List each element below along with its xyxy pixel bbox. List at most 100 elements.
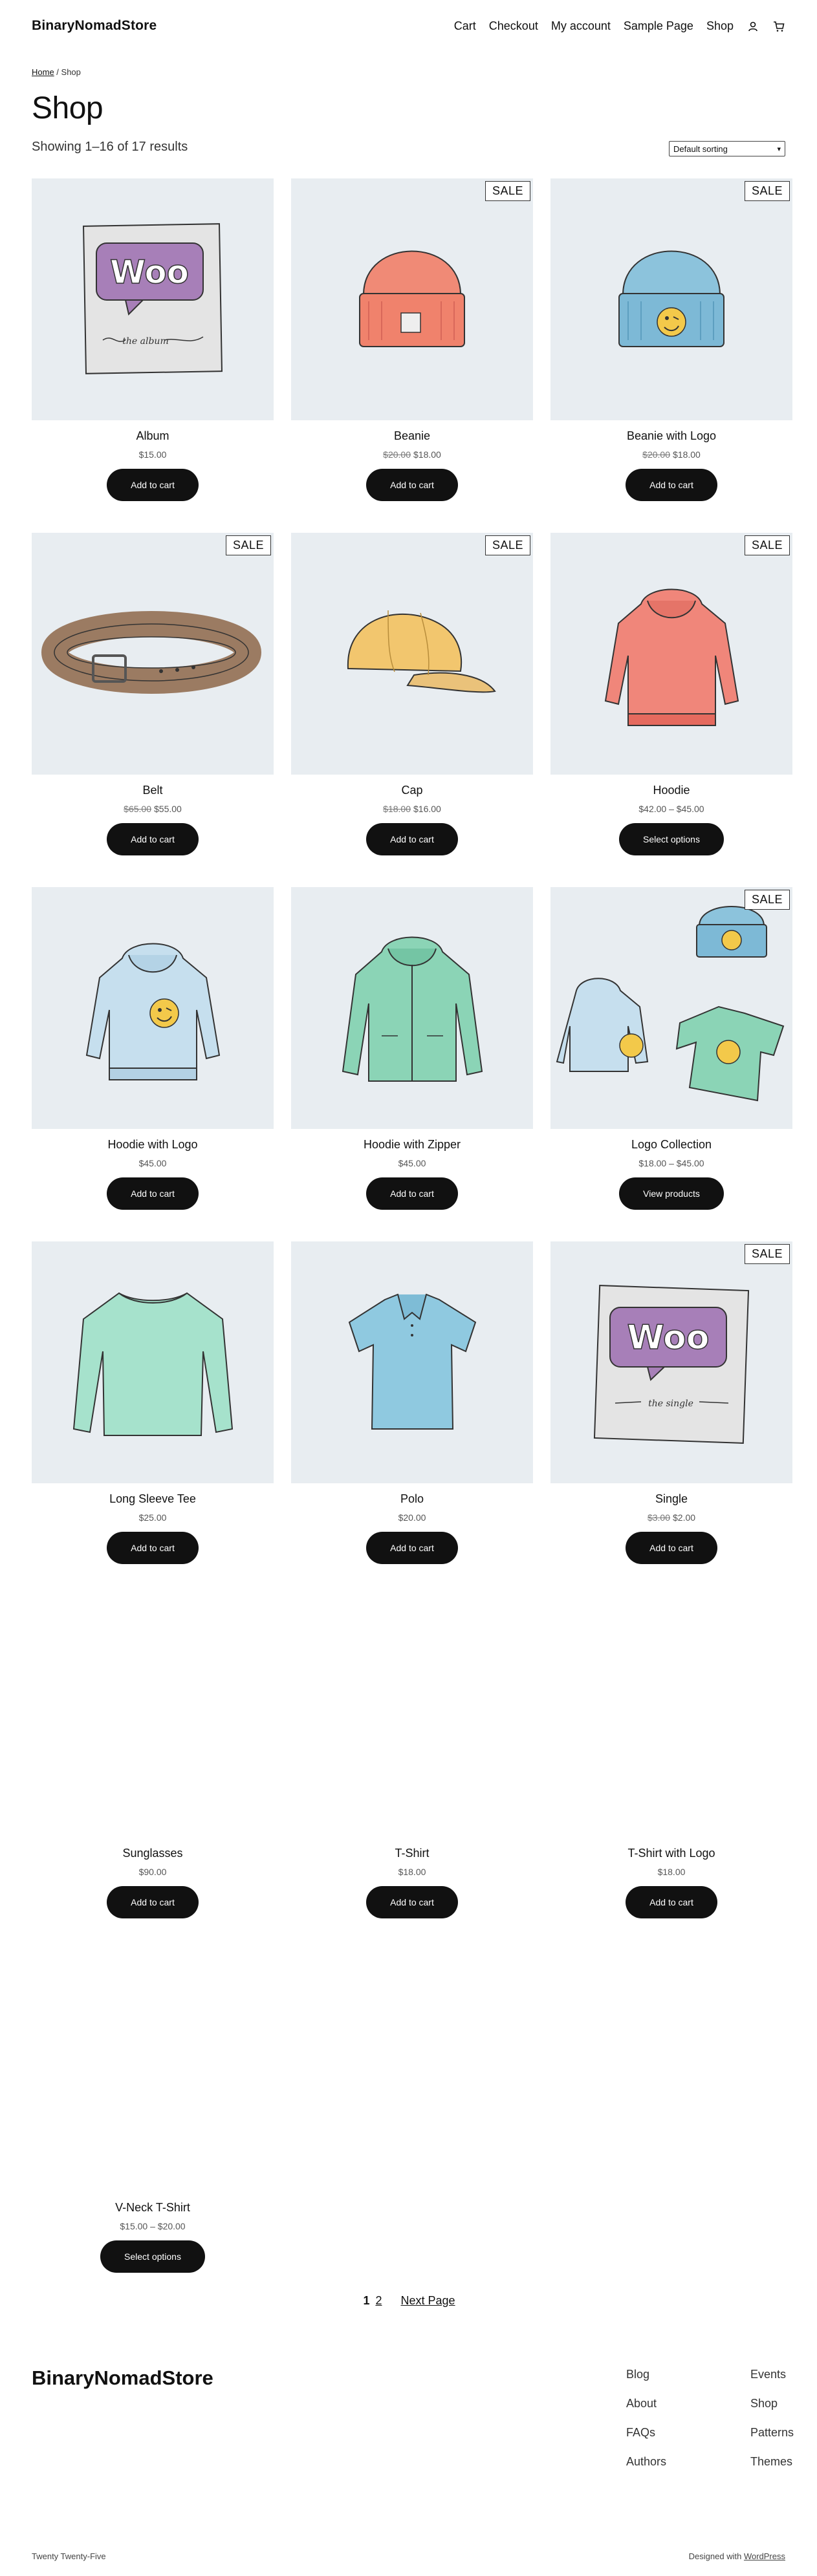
product-image[interactable]: Woo the single SALE [550, 1241, 792, 1483]
product-name[interactable]: Hoodie [550, 784, 792, 797]
footer-link-blog[interactable]: Blog [626, 2367, 666, 2396]
product-card: Polo $20.00 Add to cart [291, 1241, 533, 1564]
product-illustration [85, 943, 221, 1080]
footer-link-themes[interactable]: Themes [750, 2454, 794, 2483]
svg-text:Woo: Woo [627, 1318, 710, 1357]
product-price: $15.00 – $20.00 [32, 2221, 274, 2231]
product-image[interactable]: SALE [291, 533, 533, 775]
cart-icon[interactable] [772, 20, 785, 33]
product-card: SALE Hoodie $42.00 – $45.00 Select options [550, 533, 792, 855]
product-card: Woo the album Album $15.00 Add to cart [32, 178, 274, 501]
product-name[interactable]: Hoodie with Logo [32, 1138, 274, 1152]
footer-wordpress-link[interactable]: WordPress [744, 2551, 785, 2561]
product-name[interactable]: Beanie with Logo [550, 429, 792, 443]
view-products-button[interactable]: View products [619, 1177, 724, 1210]
next-page-link[interactable]: Next Page [401, 2294, 455, 2307]
product-image[interactable] [291, 1241, 533, 1483]
nav-sample-page[interactable]: Sample Page [624, 19, 693, 33]
add-to-cart-button[interactable]: Add to cart [626, 1886, 717, 1918]
product-card: Long Sleeve Tee $25.00 Add to cart [32, 1241, 274, 1564]
product-image[interactable]: SALE [550, 887, 792, 1129]
breadcrumb-home[interactable]: Home [32, 67, 54, 77]
footer-link-about[interactable]: About [626, 2396, 666, 2425]
product-image[interactable] [291, 887, 533, 1129]
add-to-cart-button[interactable]: Add to cart [366, 469, 458, 501]
original-price: $18.00 [383, 804, 411, 814]
select-options-button[interactable]: Select options [100, 2240, 205, 2273]
product-image[interactable] [32, 1241, 274, 1483]
product-image[interactable]: SALE [291, 178, 533, 420]
sale-badge: SALE [485, 535, 530, 555]
footer-link-authors[interactable]: Authors [626, 2454, 666, 2483]
product-name[interactable]: Long Sleeve Tee [32, 1492, 274, 1506]
product-name[interactable]: Album [32, 429, 274, 443]
product-illustration [347, 610, 496, 693]
product-image[interactable]: SALE [32, 533, 274, 775]
select-options-button[interactable]: Select options [619, 823, 724, 855]
nav-my-account[interactable]: My account [551, 19, 611, 33]
add-to-cart-button[interactable]: Add to cart [366, 823, 458, 855]
add-to-cart-button[interactable]: Add to cart [107, 1532, 199, 1564]
product-image[interactable] [32, 887, 274, 1129]
current-price: $90.00 [138, 1867, 167, 1877]
product-card: Hoodie with Logo $45.00 Add to cart [32, 887, 274, 1210]
footer-link-faqs[interactable]: FAQs [626, 2425, 666, 2454]
current-price: $18.00 – $45.00 [638, 1158, 704, 1168]
nav-checkout[interactable]: Checkout [489, 19, 538, 33]
product-name[interactable]: Cap [291, 784, 533, 797]
add-to-cart-button[interactable]: Add to cart [107, 1177, 199, 1210]
site-title[interactable]: BinaryNomadStore [32, 18, 157, 34]
breadcrumb: Home / Shop [32, 67, 81, 77]
add-to-cart-button[interactable]: Add to cart [107, 1886, 199, 1918]
current-price: $18.00 [673, 449, 701, 460]
add-to-cart-button[interactable]: Add to cart [366, 1886, 458, 1918]
add-to-cart-button[interactable]: Add to cart [366, 1177, 458, 1210]
current-price: $15.00 – $20.00 [120, 2221, 186, 2231]
current-price: $2.00 [673, 1512, 696, 1523]
product-card: Sunglasses $90.00 Add to cart [32, 1596, 274, 1918]
product-name[interactable]: V-Neck T-Shirt [32, 2201, 274, 2215]
product-name[interactable]: Polo [291, 1492, 533, 1506]
current-price: $15.00 [138, 449, 167, 460]
add-to-cart-button[interactable]: Add to cart [107, 823, 199, 855]
product-image[interactable] [32, 1596, 274, 1838]
current-price: $42.00 – $45.00 [638, 804, 704, 814]
current-price: $20.00 [398, 1512, 426, 1523]
add-to-cart-button[interactable]: Add to cart [626, 469, 717, 501]
product-card: SALE Belt $65.00 $55.00 Add to cart [32, 533, 274, 855]
product-name[interactable]: Sunglasses [32, 1847, 274, 1860]
footer-link-events[interactable]: Events [750, 2367, 794, 2396]
product-name[interactable]: Single [550, 1492, 792, 1506]
nav-cart[interactable]: Cart [454, 19, 476, 33]
product-image[interactable] [32, 1950, 274, 2192]
product-image[interactable]: SALE [550, 178, 792, 420]
product-name[interactable]: Belt [32, 784, 274, 797]
page-number-link[interactable]: 2 [375, 2294, 382, 2307]
result-count: Showing 1–16 of 17 results [32, 140, 188, 154]
product-name[interactable]: Logo Collection [550, 1138, 792, 1152]
product-name[interactable]: T-Shirt with Logo [550, 1847, 792, 1860]
add-to-cart-button[interactable]: Add to cart [626, 1532, 717, 1564]
footer-site-title[interactable]: BinaryNomadStore [32, 2367, 213, 2390]
product-price: $18.00 [291, 1867, 533, 1877]
product-name[interactable]: Beanie [291, 429, 533, 443]
product-image[interactable] [550, 1596, 792, 1838]
product-name[interactable]: T-Shirt [291, 1847, 533, 1860]
add-to-cart-button[interactable]: Add to cart [107, 469, 199, 501]
chevron-down-icon: ▾ [777, 145, 781, 153]
current-price: $25.00 [138, 1512, 167, 1523]
svg-text:the single: the single [648, 1399, 693, 1409]
sort-select[interactable]: Default sorting ▾ [669, 141, 785, 156]
add-to-cart-button[interactable]: Add to cart [366, 1532, 458, 1564]
product-image[interactable] [291, 1596, 533, 1838]
user-icon[interactable] [746, 20, 759, 33]
sale-badge: SALE [744, 535, 790, 555]
footer-nav-column-2: Events Shop Patterns Themes [750, 2367, 794, 2483]
footer-link-patterns[interactable]: Patterns [750, 2425, 794, 2454]
footer-link-shop[interactable]: Shop [750, 2396, 794, 2425]
nav-shop[interactable]: Shop [706, 19, 734, 33]
product-image[interactable]: Woo the album [32, 178, 274, 420]
product-illustration [618, 250, 724, 347]
product-image[interactable]: SALE [550, 533, 792, 775]
product-name[interactable]: Hoodie with Zipper [291, 1138, 533, 1152]
